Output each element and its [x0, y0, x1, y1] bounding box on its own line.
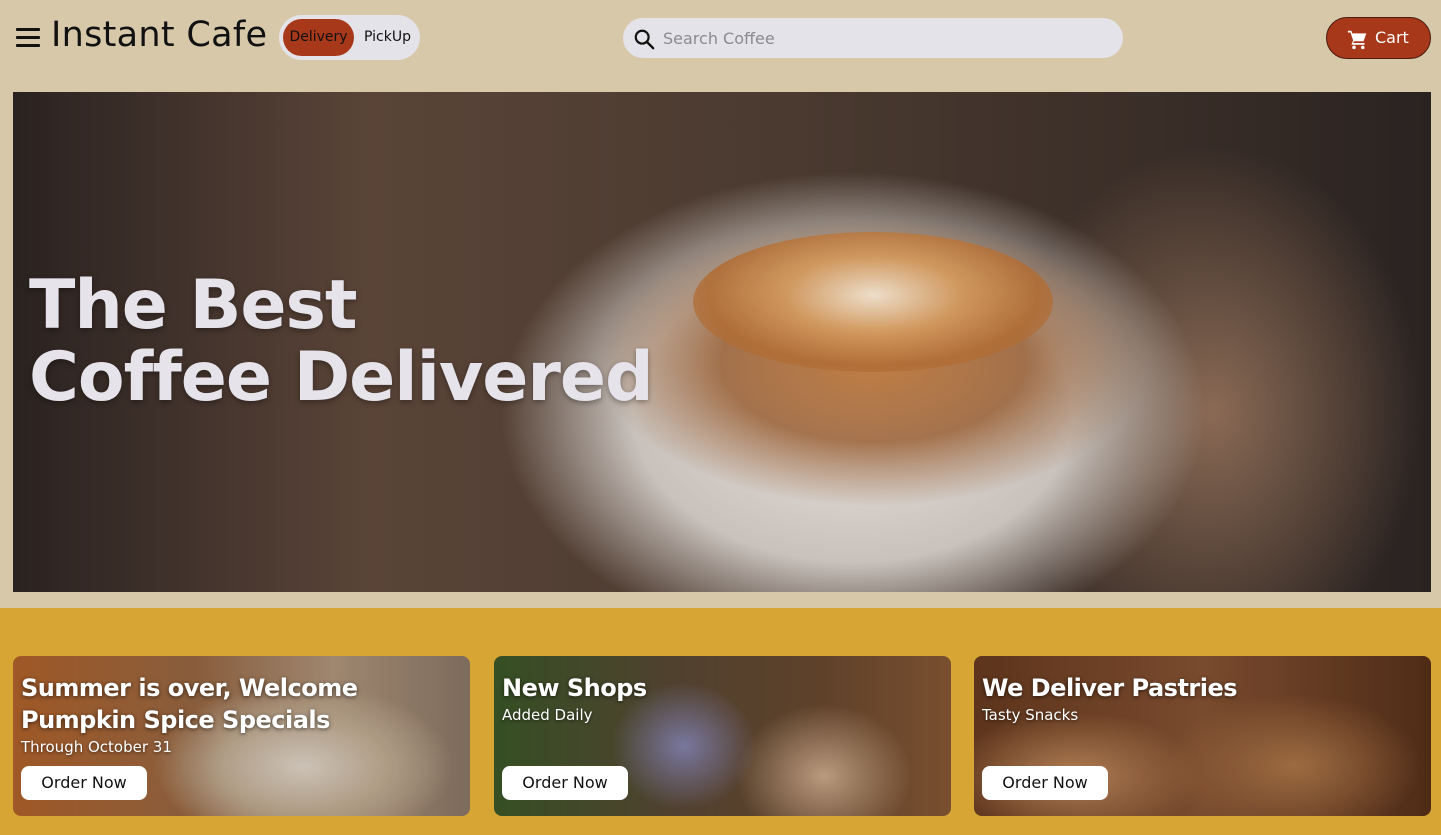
- search-bar: [623, 18, 1123, 58]
- brand-name[interactable]: Instant Cafe: [51, 15, 267, 55]
- promo-card-pastries: We Deliver Pastries Tasty Snacks Order N…: [974, 656, 1431, 816]
- order-now-button[interactable]: Order Now: [21, 766, 147, 800]
- promo-card-new-shops: New Shops Added Daily Order Now: [494, 656, 951, 816]
- hero-title: The Best Coffee Delivered: [29, 266, 654, 417]
- hero-title-line-1: The Best: [29, 266, 358, 345]
- search-input[interactable]: [663, 18, 1113, 58]
- promo-subtitle: Added Daily: [502, 706, 593, 724]
- hero-title-line-2: Coffee Delivered: [29, 338, 654, 417]
- promo-title: Summer is over, Welcome Pumpkin Spice Sp…: [21, 674, 358, 734]
- search-icon[interactable]: [633, 28, 655, 50]
- hero-coffee-image: [693, 232, 1053, 372]
- promo-card-pumpkin-spice: Summer is over, Welcome Pumpkin Spice Sp…: [13, 656, 470, 816]
- hero-banner: The Best Coffee Delivered: [13, 92, 1431, 592]
- cart-label: Cart: [1375, 28, 1409, 47]
- promo-subtitle: Through October 31: [21, 738, 172, 756]
- cart-icon: [1347, 30, 1367, 50]
- promo-section: Summer is over, Welcome Pumpkin Spice Sp…: [0, 608, 1441, 835]
- order-now-button[interactable]: Order Now: [502, 766, 628, 800]
- order-now-button[interactable]: Order Now: [982, 766, 1108, 800]
- menu-icon[interactable]: [14, 24, 42, 50]
- promo-subtitle: Tasty Snacks: [982, 706, 1079, 724]
- delivery-option[interactable]: Delivery: [283, 19, 354, 56]
- promo-title: We Deliver Pastries: [982, 674, 1238, 702]
- promo-title: New Shops: [502, 674, 647, 702]
- pickup-option[interactable]: PickUp: [359, 19, 416, 56]
- delivery-mode-toggle: Delivery PickUp: [279, 15, 420, 60]
- top-header: Instant Cafe Delivery PickUp Cart: [0, 0, 1441, 76]
- cart-button[interactable]: Cart: [1326, 17, 1431, 59]
